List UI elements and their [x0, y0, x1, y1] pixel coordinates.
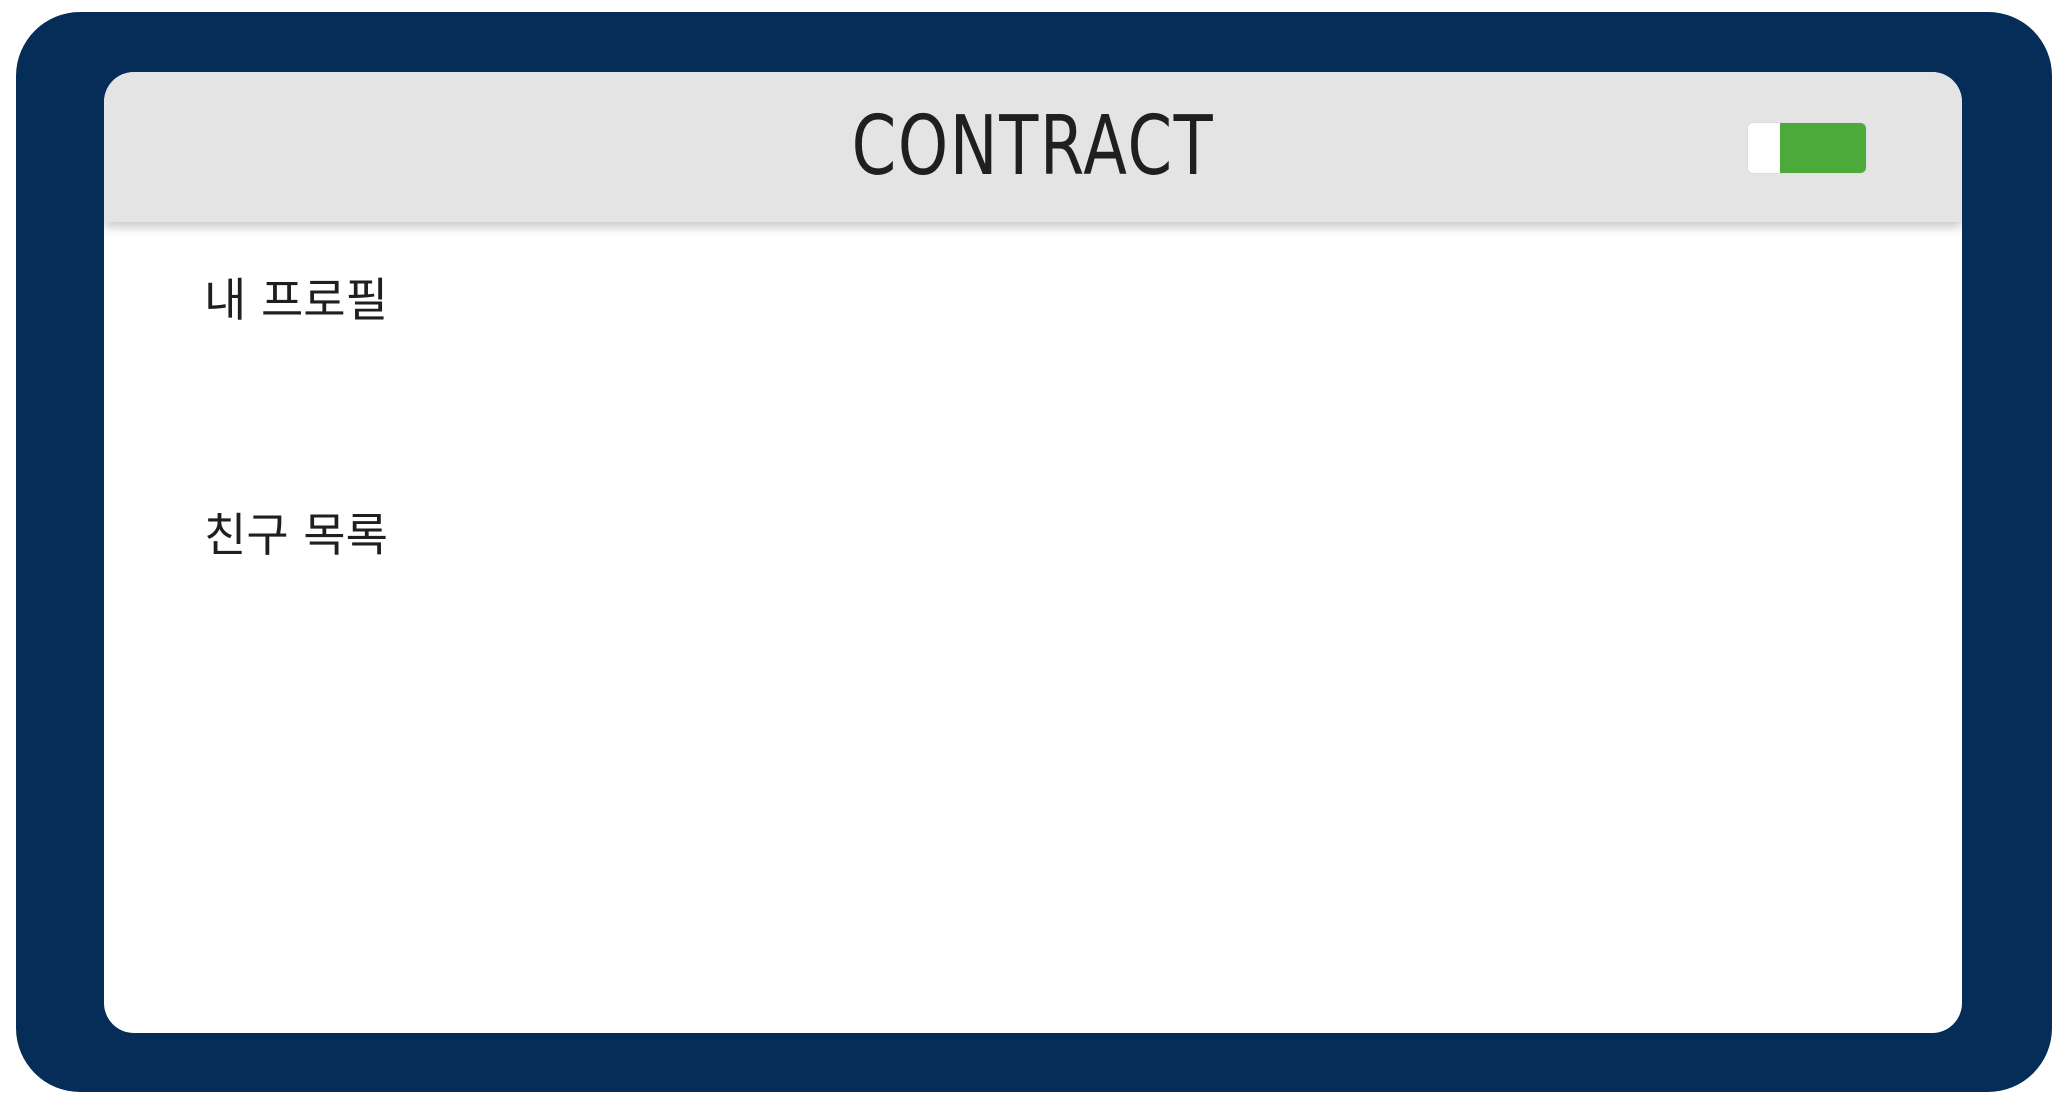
friends-list-area — [204, 569, 1862, 969]
my-profile-heading[interactable]: 내 프로필 — [204, 274, 388, 326]
device-frame: CONTRACT 내 프로필 친구 목록 — [16, 12, 2052, 1092]
page-title: CONTRACT — [851, 99, 1215, 194]
app-screen: CONTRACT 내 프로필 친구 목록 — [104, 72, 1962, 1033]
app-header: CONTRACT — [104, 72, 1962, 222]
friends-list-heading[interactable]: 친구 목록 — [204, 509, 388, 561]
toggle-fill — [1779, 123, 1866, 173]
my-profile-area — [204, 334, 1862, 454]
status-toggle[interactable] — [1748, 123, 1866, 173]
